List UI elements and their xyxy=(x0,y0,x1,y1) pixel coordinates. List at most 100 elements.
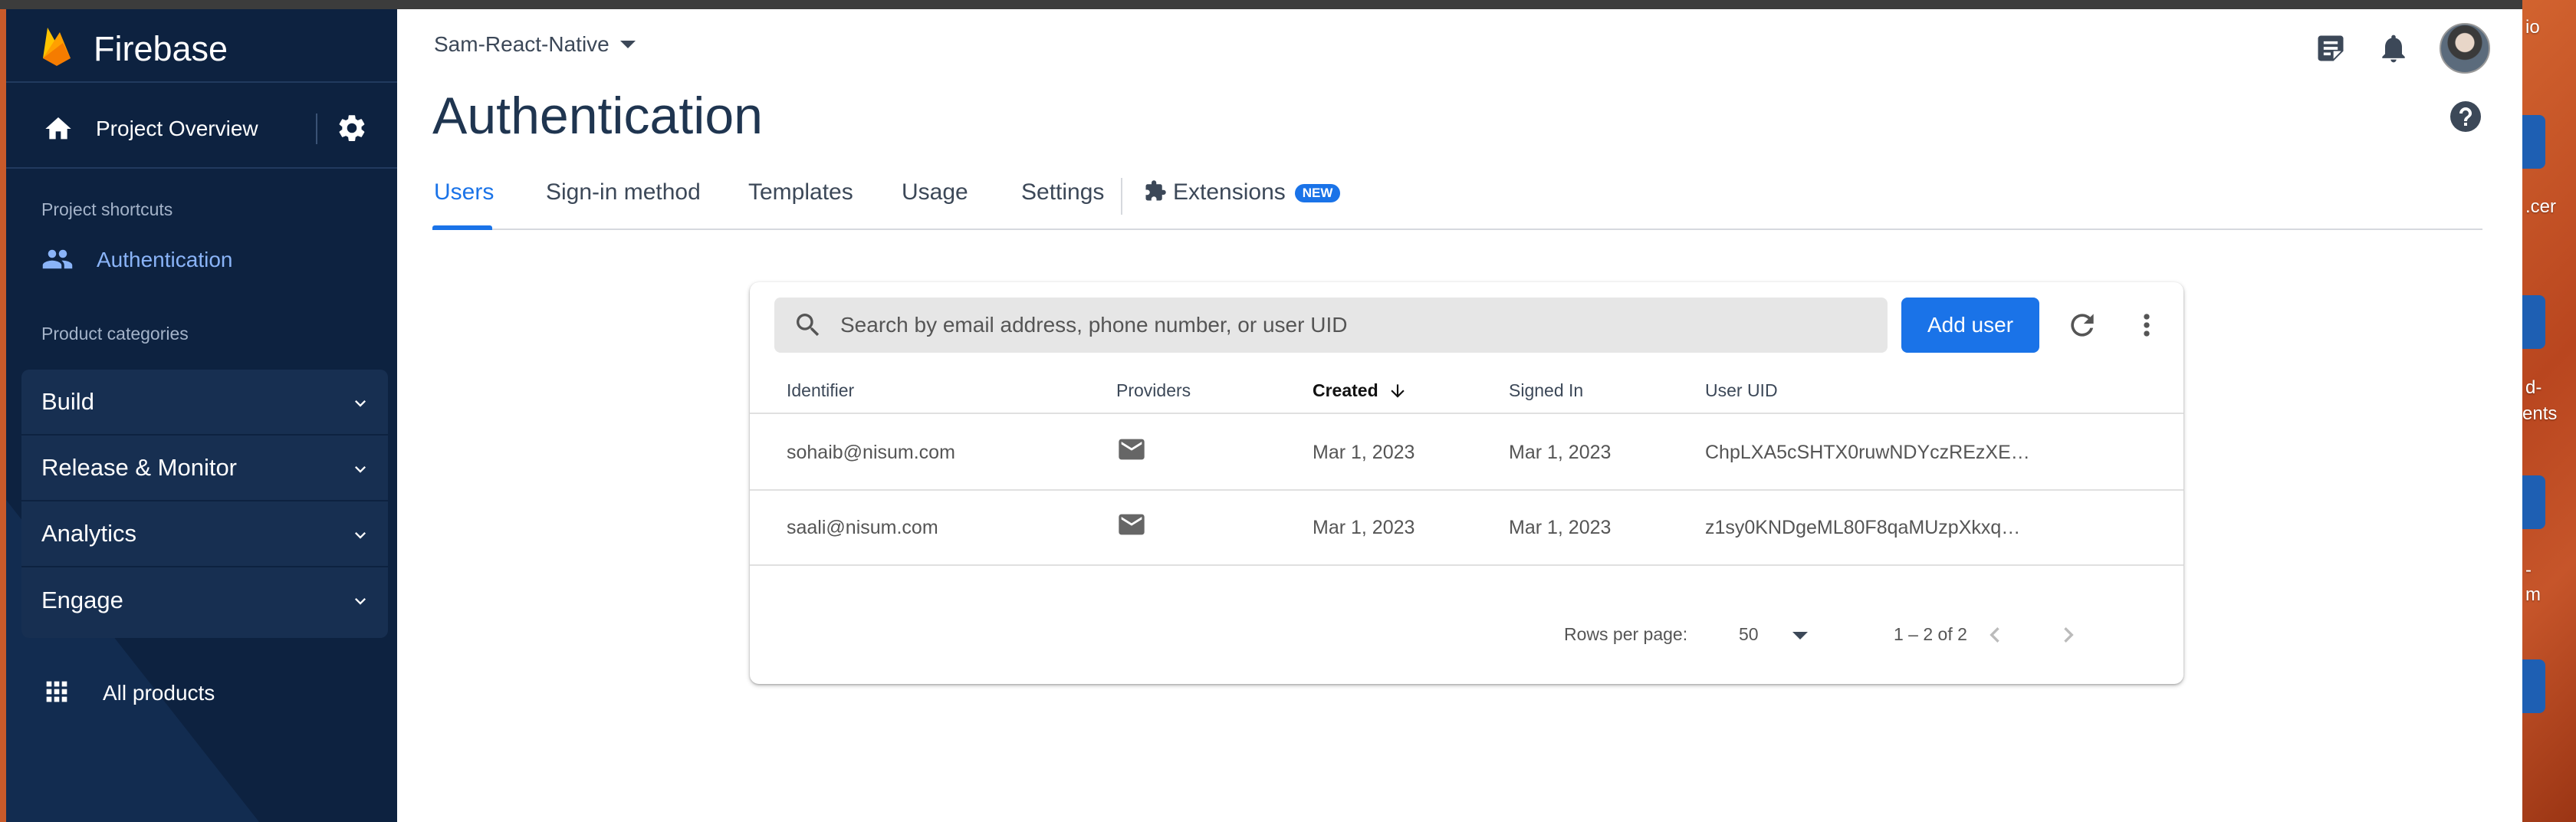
previous-page-icon[interactable] xyxy=(1980,620,2010,650)
tab-sign-in-method[interactable]: Sign-in method xyxy=(546,179,701,206)
category-release-monitor[interactable]: Release & Monitor xyxy=(21,436,388,501)
cell-created: Mar 1, 2023 xyxy=(1313,442,1415,463)
table-header: Identifier Providers Created Signed In U… xyxy=(750,370,2183,414)
active-tab-indicator xyxy=(432,225,492,230)
search-input[interactable] xyxy=(840,298,1875,353)
column-identifier[interactable]: Identifier xyxy=(787,380,854,401)
users-card: Add user Identifier Providers Created Si… xyxy=(750,282,2183,684)
category-list: Build Release & Monitor Analytics Engage xyxy=(21,370,388,638)
caret-down-icon xyxy=(619,41,636,48)
main-content: Sam-React-Native Authentication Users Si… xyxy=(397,9,2522,822)
search-bar[interactable] xyxy=(774,298,1888,353)
more-vert-icon[interactable] xyxy=(2130,308,2164,342)
desktop-label: d- xyxy=(2525,377,2542,398)
desktop-label: m xyxy=(2525,584,2541,605)
page-title: Authentication xyxy=(432,87,763,145)
refresh-icon[interactable] xyxy=(2065,308,2099,342)
shortcut-label: Authentication xyxy=(97,248,233,271)
arrow-down-icon xyxy=(1390,384,1405,398)
divider xyxy=(316,113,317,144)
cell-provider xyxy=(1116,434,1147,470)
brand-header[interactable]: Firebase xyxy=(6,9,397,83)
cell-provider xyxy=(1116,509,1147,545)
people-icon xyxy=(42,249,73,269)
cell-identifier: sohaib@nisum.com xyxy=(787,442,955,463)
settings-gear-icon[interactable] xyxy=(336,112,368,144)
tab-usage[interactable]: Usage xyxy=(902,179,968,206)
os-top-bar xyxy=(0,0,2522,9)
project-name: Sam-React-Native xyxy=(434,32,610,56)
tab-extensions[interactable]: Extensions NEW xyxy=(1144,179,1341,206)
release-notes-icon[interactable] xyxy=(2314,31,2348,65)
project-selector[interactable]: Sam-React-Native xyxy=(434,32,636,57)
cell-identifier: saali@nisum.com xyxy=(787,517,938,538)
column-user-uid: User UID xyxy=(1705,380,1778,400)
category-analytics[interactable]: Analytics xyxy=(21,501,388,567)
project-overview-label: Project Overview xyxy=(96,117,258,140)
column-created[interactable]: Created xyxy=(1313,380,1408,401)
apps-grid-icon xyxy=(46,681,67,702)
category-build[interactable]: Build xyxy=(21,370,388,436)
cell-created: Mar 1, 2023 xyxy=(1313,517,1415,538)
table-row[interactable]: sohaib@nisum.com Mar 1, 2023 Mar 1, 2023… xyxy=(750,416,2183,491)
column-providers: Providers xyxy=(1116,380,1191,400)
tab-templates[interactable]: Templates xyxy=(748,179,853,206)
header-actions xyxy=(2285,23,2490,74)
category-label: Release & Monitor xyxy=(41,454,238,481)
product-categories-label: Product categories xyxy=(41,324,189,344)
chevron-down-icon xyxy=(355,466,366,473)
column-created-label: Created xyxy=(1313,380,1378,400)
desktop-file-icon[interactable] xyxy=(2522,295,2545,349)
chevron-down-icon xyxy=(355,598,366,605)
cell-signed-in: Mar 1, 2023 xyxy=(1509,442,1612,463)
firebase-logo-icon xyxy=(43,28,71,66)
page-range: 1 – 2 of 2 xyxy=(1894,624,1967,644)
table-pagination: Rows per page: 50 1 – 2 of 2 xyxy=(750,604,2183,666)
sidebar: Firebase Project Overview Project shortc… xyxy=(6,9,397,822)
cell-user-uid: z1sy0KNDgeML80F8qaMUzpXkxq… xyxy=(1705,517,2021,538)
desktop-label: io xyxy=(2525,17,2540,38)
rows-per-page-select[interactable]: 50 xyxy=(1739,624,1759,645)
tab-users[interactable]: Users xyxy=(434,179,494,206)
cell-signed-in: Mar 1, 2023 xyxy=(1509,517,1612,538)
extensions-puzzle-icon xyxy=(1145,180,1166,201)
category-engage[interactable]: Engage xyxy=(21,567,388,633)
home-icon xyxy=(45,117,71,140)
browser-window: Firebase Project Overview Project shortc… xyxy=(6,9,2522,822)
chevron-down-icon xyxy=(355,400,366,407)
desktop-file-icon[interactable] xyxy=(2522,115,2545,169)
desktop-background: io .cer d- ents - m xyxy=(2522,0,2576,822)
desktop-file-icon[interactable] xyxy=(2522,659,2545,713)
tab-extensions-label: Extensions xyxy=(1173,179,1286,205)
tab-settings[interactable]: Settings xyxy=(1021,179,1104,206)
help-icon[interactable] xyxy=(2447,98,2484,135)
category-label: Engage xyxy=(41,587,123,613)
tab-divider xyxy=(1121,178,1122,215)
email-provider-icon xyxy=(1119,439,1145,460)
table-row[interactable]: saali@nisum.com Mar 1, 2023 Mar 1, 2023 … xyxy=(750,491,2183,566)
desktop-label: ents xyxy=(2522,403,2558,424)
add-user-button[interactable]: Add user xyxy=(1901,298,2039,353)
all-products-label: All products xyxy=(103,681,215,705)
category-label: Analytics xyxy=(41,520,137,547)
email-provider-icon xyxy=(1119,514,1145,535)
next-page-icon[interactable] xyxy=(2053,620,2084,650)
desktop-label: .cer xyxy=(2525,196,2557,217)
user-avatar[interactable] xyxy=(2440,23,2490,74)
project-shortcuts-label: Project shortcuts xyxy=(41,199,173,219)
caret-down-icon[interactable] xyxy=(1792,632,1808,640)
project-overview[interactable]: Project Overview xyxy=(6,84,397,169)
search-icon xyxy=(797,314,820,337)
chevron-down-icon xyxy=(355,532,366,539)
shortcut-authentication[interactable]: Authentication xyxy=(41,243,232,275)
new-badge: NEW xyxy=(1294,184,1341,203)
rows-per-page-label: Rows per page: xyxy=(1564,624,1688,644)
tab-bar: Users Sign-in method Templates Usage Set… xyxy=(432,163,2482,230)
desktop-file-icon[interactable] xyxy=(2522,475,2545,529)
column-signed-in[interactable]: Signed In xyxy=(1509,380,1583,401)
cell-user-uid: ChpLXA5cSHTX0ruwNDYczREzXE… xyxy=(1705,442,2030,463)
desktop-label: - xyxy=(2525,560,2532,580)
category-label: Build xyxy=(41,388,94,415)
brand-name: Firebase xyxy=(94,29,228,68)
notifications-bell-icon[interactable] xyxy=(2377,31,2410,65)
